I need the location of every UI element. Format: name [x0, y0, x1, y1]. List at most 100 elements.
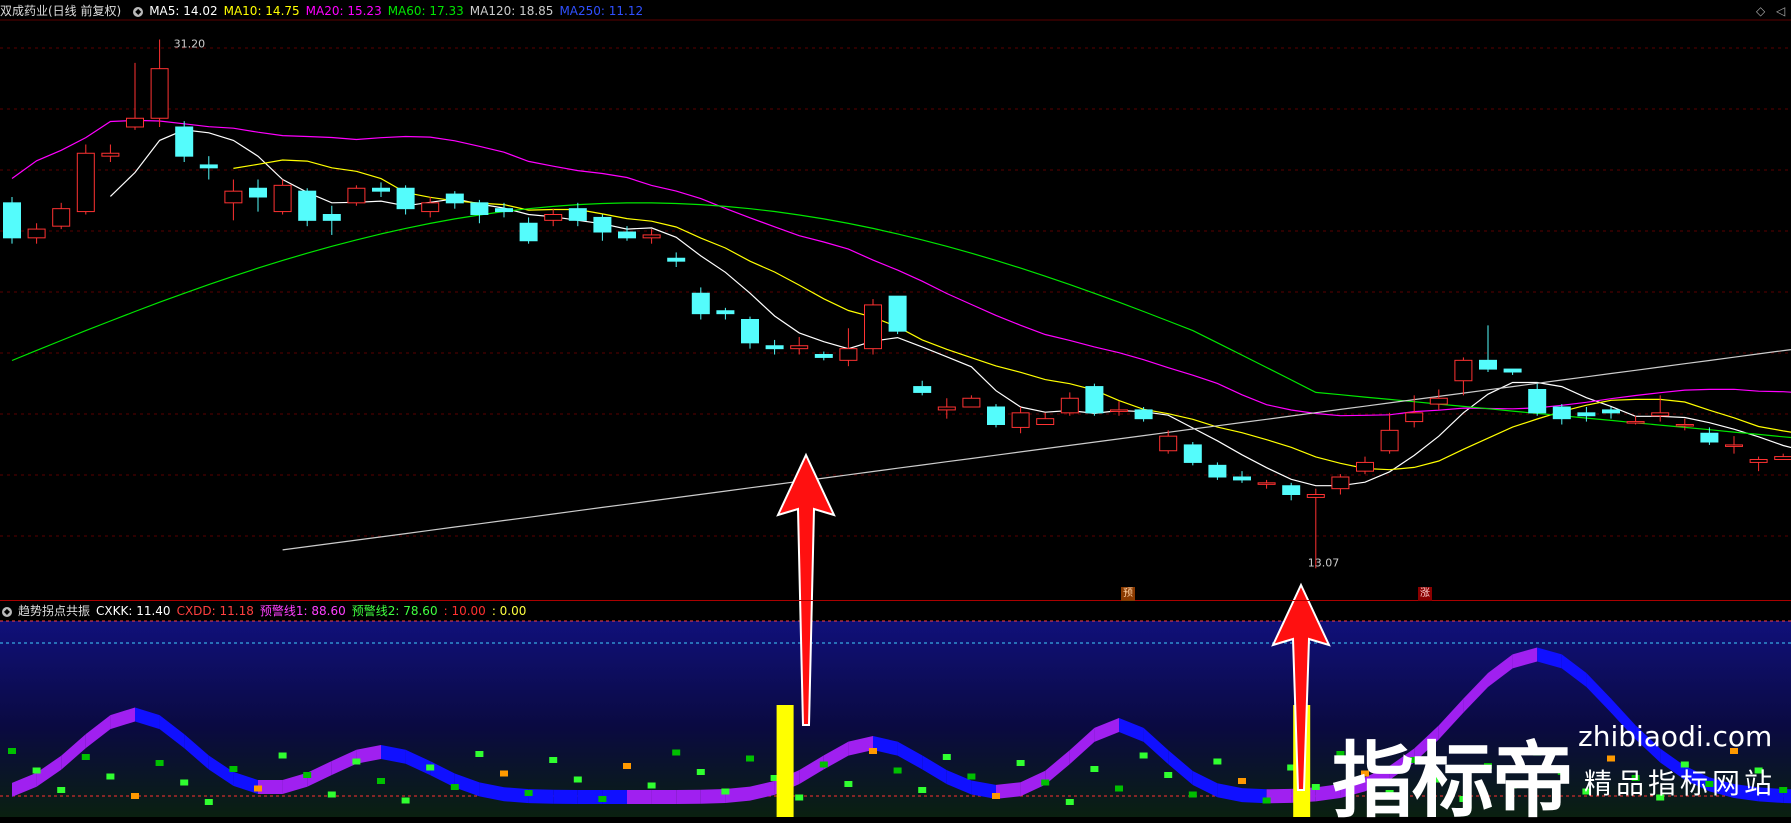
candle-body — [1552, 406, 1571, 420]
indicator-dot — [992, 793, 1000, 799]
candle-body — [667, 257, 686, 262]
watermark-url: zhibiaodi.com — [1578, 720, 1773, 753]
candle-body — [175, 126, 194, 157]
indicator-dot — [254, 785, 262, 792]
candle-body — [1749, 459, 1768, 463]
candle-body — [1479, 359, 1497, 370]
candle-body — [593, 216, 612, 233]
candle-body — [249, 187, 267, 198]
candle-body — [3, 202, 21, 239]
candle-body — [322, 214, 341, 221]
indicator-dot — [303, 772, 312, 778]
indicator-dot — [106, 773, 115, 780]
ribbon-segment — [676, 789, 701, 804]
indicator-dot — [204, 799, 213, 805]
candle-body — [224, 190, 243, 204]
candle-body — [199, 164, 218, 169]
zhang-marker[interactable]: 涨 — [1418, 587, 1432, 601]
indicator-dot — [819, 761, 828, 768]
indicator-title[interactable]: 趋势拐点共振 — [18, 604, 90, 618]
indicator-dot — [844, 781, 853, 787]
candle-body — [372, 187, 390, 192]
candle-body — [1651, 412, 1670, 417]
candle-body — [913, 386, 932, 393]
ma10-label: MA10: 14.75 — [223, 4, 300, 18]
indicator-dot — [180, 779, 189, 786]
candle-body — [568, 208, 587, 221]
candle-body — [445, 193, 464, 204]
candle-body — [1675, 424, 1694, 427]
indicator-dot — [549, 757, 558, 763]
ma20-label: MA20: 15.23 — [305, 4, 382, 18]
candle-body — [126, 117, 144, 128]
candle-body — [519, 222, 538, 242]
panel-divider — [0, 600, 1791, 601]
candle-body — [1602, 409, 1620, 414]
pre-marker[interactable]: 预 — [1121, 587, 1135, 601]
candle-body — [1774, 456, 1791, 461]
candle-body — [618, 231, 636, 239]
cxkk-label: CXKK: 11.40 — [96, 604, 171, 618]
indicator-dot — [918, 787, 927, 793]
indicator-dot — [155, 760, 164, 766]
candle-body — [1282, 485, 1301, 495]
warn2-label: 预警线2: 78.60 — [351, 604, 438, 618]
stock-chart-window: 31.20 13.07 双成药业(日线 前复权) ◆ MA5: 14.02 MA10: … — [0, 0, 1791, 823]
candle-body — [1503, 368, 1522, 373]
indicator-dot — [746, 755, 754, 762]
collapse-icon[interactable]: ◆ — [133, 6, 144, 17]
indicator-dot — [401, 797, 410, 804]
indicator-dot — [647, 782, 656, 789]
indicator-dot — [1115, 785, 1123, 792]
indicator-dot — [795, 794, 804, 801]
candle-body — [1208, 464, 1227, 478]
indicator-dot — [1016, 760, 1025, 766]
candle-body — [1011, 412, 1030, 428]
indicator-dot — [1311, 784, 1320, 790]
candle-body — [1577, 412, 1596, 417]
indicator-dot — [1041, 779, 1050, 786]
candle-body — [1626, 421, 1645, 424]
candle-body — [962, 397, 981, 408]
indicator-dot — [598, 796, 607, 802]
stock-title[interactable]: 双成药业(日线 前复权) — [0, 4, 121, 18]
ribbon-segment — [627, 789, 652, 804]
candle-body — [1306, 494, 1325, 498]
v10-label: : 10.00 — [443, 604, 486, 618]
candle-body — [790, 345, 809, 350]
candle-body — [888, 295, 907, 332]
candle-body — [1233, 476, 1251, 481]
watermark-subtitle: 精品指标网站 — [1584, 767, 1777, 800]
indicator-dot — [967, 773, 976, 780]
indicator-dot — [278, 752, 287, 759]
indicator-dot — [57, 787, 66, 793]
candle-body — [642, 234, 661, 239]
ma60-label: MA60: 17.33 — [387, 4, 464, 18]
diamond-icon[interactable]: ◇ — [1756, 4, 1765, 18]
candle-body — [864, 304, 882, 350]
indicator-dot — [573, 776, 582, 783]
indicator-panel-header: ◆ 趋势拐点共振 CXKK: 11.40 CXDD: 11.18 预警线1: 88.60… — [0, 602, 532, 620]
cxdd-label: CXDD: 11.18 — [176, 604, 254, 618]
candle-body — [76, 152, 95, 213]
indicator-dot — [893, 767, 902, 774]
ma120-label: MA120: 18.85 — [469, 4, 554, 18]
candle-body — [741, 319, 759, 344]
arrow-left-icon[interactable]: ◁ — [1776, 4, 1785, 18]
indicator-dot — [1607, 755, 1615, 762]
candle-body — [1257, 482, 1276, 485]
candle-body — [839, 348, 858, 361]
indicator-dot — [672, 749, 681, 756]
candle-body — [1700, 432, 1719, 443]
indicator-dot — [426, 764, 435, 771]
candle-body — [421, 202, 440, 213]
candle-body — [987, 406, 1005, 425]
ma250-label: MA250: 11.12 — [559, 4, 644, 18]
candle-body — [691, 292, 710, 315]
collapse-indicator-icon[interactable]: ◆ — [2, 606, 12, 617]
ma20-line — [11, 119, 1791, 417]
indicator-dot — [475, 751, 484, 757]
indicator-dot — [942, 754, 951, 760]
indicator-dot — [500, 770, 508, 777]
indicator-dot — [32, 767, 41, 774]
